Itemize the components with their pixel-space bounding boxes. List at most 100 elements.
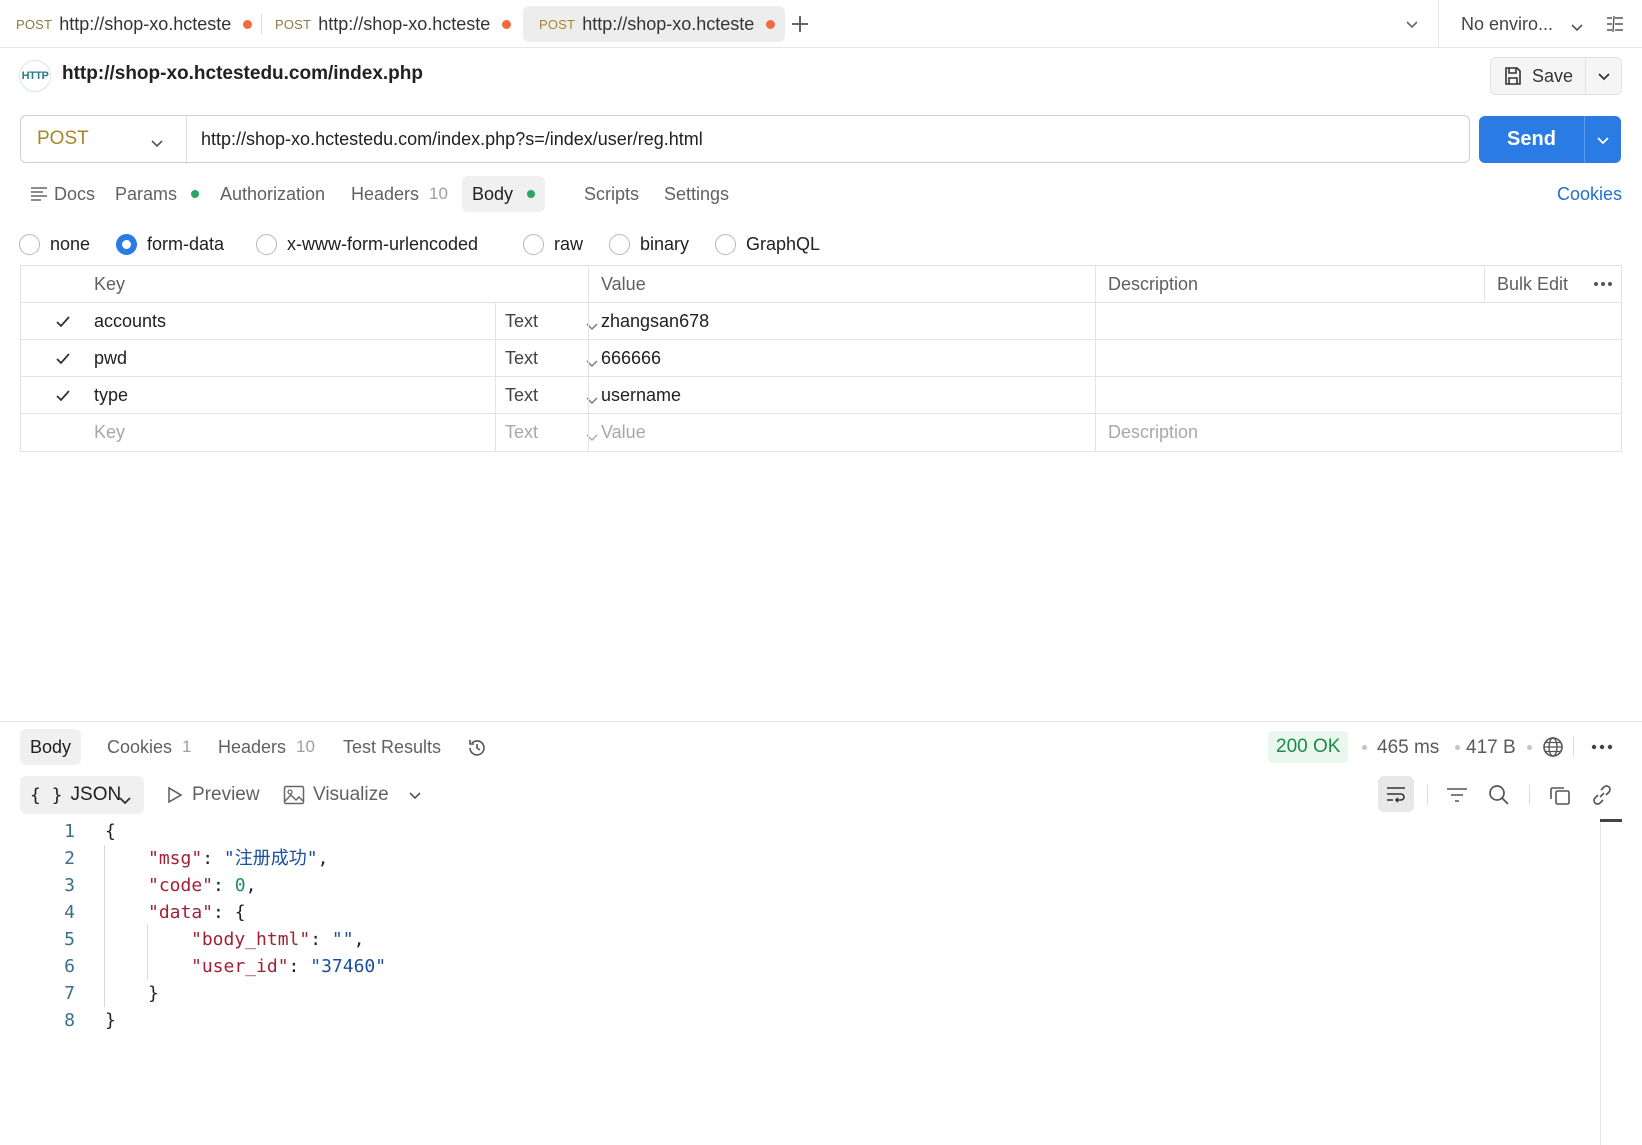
radio-binary[interactable]: binary bbox=[609, 230, 689, 258]
network-globe-icon[interactable] bbox=[1540, 734, 1566, 760]
row-value[interactable]: username bbox=[601, 377, 681, 413]
method-select[interactable]: POST bbox=[21, 116, 187, 162]
request-tab[interactable]: POST http://shop-xo.hcteste bbox=[0, 6, 262, 42]
radio-x-www-form-urlencoded[interactable]: x-www-form-urlencoded bbox=[256, 230, 478, 258]
radio-raw[interactable]: raw bbox=[523, 230, 583, 258]
json-braces-icon: { } bbox=[30, 784, 63, 806]
send-button[interactable]: Send bbox=[1479, 116, 1585, 163]
cookies-link[interactable]: Cookies bbox=[1557, 184, 1622, 205]
link-icon[interactable] bbox=[1589, 783, 1615, 807]
row-value[interactable]: zhangsan678 bbox=[601, 303, 709, 339]
request-tabs: Docs Params Authorization Headers 10 Body… bbox=[20, 176, 1622, 212]
filter-icon[interactable] bbox=[1444, 784, 1470, 806]
code-content: "msg": "注册成功", bbox=[148, 845, 328, 872]
chevron-down-icon bbox=[150, 132, 164, 154]
response-tab-headers[interactable]: Headers 10 bbox=[208, 729, 325, 765]
row-key[interactable]: pwd bbox=[94, 340, 127, 376]
send-options-chevron-icon[interactable] bbox=[1585, 116, 1621, 163]
row-checkbox[interactable] bbox=[52, 348, 73, 369]
status-badge[interactable]: 200 OK bbox=[1268, 731, 1349, 763]
response-time[interactable]: 465 ms bbox=[1377, 737, 1439, 759]
table-row: accounts Text zhangsan678 bbox=[21, 303, 1621, 340]
code-token: "" bbox=[331, 929, 354, 950]
radio-form-data[interactable]: form-data bbox=[116, 230, 224, 258]
code-token: : { bbox=[213, 902, 246, 923]
environment-select[interactable]: No enviro... bbox=[1438, 0, 1598, 48]
request-tab[interactable]: POST http://shop-xo.hcteste bbox=[259, 6, 521, 42]
code-content: "data": { bbox=[148, 899, 246, 926]
save-button[interactable]: Save bbox=[1491, 58, 1586, 94]
image-icon bbox=[283, 785, 305, 805]
save-icon bbox=[1505, 67, 1521, 85]
send-button-group: Send bbox=[1479, 116, 1621, 163]
copy-icon[interactable] bbox=[1547, 783, 1573, 807]
body-indicator-dot bbox=[527, 190, 536, 198]
response-tab-cookies[interactable]: Cookies 1 bbox=[97, 729, 202, 765]
code-content: } bbox=[148, 980, 159, 1007]
tab-method: POST bbox=[16, 16, 53, 32]
radio-none[interactable]: none bbox=[19, 230, 90, 258]
row-type-select[interactable]: Text bbox=[505, 303, 598, 339]
more-options-icon[interactable] bbox=[1593, 266, 1613, 302]
code-line: 1{ bbox=[20, 818, 1600, 845]
word-wrap-toggle-icon[interactable] bbox=[1378, 776, 1414, 812]
request-tab-bar: POST http://shop-xo.hcteste POST http://… bbox=[0, 0, 1642, 48]
request-tab-active[interactable]: POST http://shop-xo.hcteste bbox=[523, 6, 786, 42]
visualize-button[interactable]: Visualize bbox=[283, 776, 389, 814]
scrollbar-thumb[interactable] bbox=[1600, 819, 1622, 822]
save-options-chevron-icon[interactable] bbox=[1586, 58, 1621, 94]
new-value-input[interactable]: Value bbox=[601, 414, 646, 451]
save-button-group: Save bbox=[1490, 57, 1622, 95]
tab-authorization[interactable]: Authorization bbox=[210, 176, 335, 212]
row-type-select[interactable]: Text bbox=[505, 340, 598, 376]
bulk-edit-button[interactable]: Bulk Edit bbox=[1497, 266, 1568, 302]
response-format-select[interactable]: { } JSON bbox=[20, 776, 144, 814]
code-token: : bbox=[288, 956, 311, 977]
docs-icon bbox=[31, 187, 47, 201]
preview-button[interactable]: Preview bbox=[164, 776, 260, 814]
row-checkbox[interactable] bbox=[52, 385, 73, 406]
code-token: } bbox=[148, 983, 159, 1004]
tab-scripts[interactable]: Scripts bbox=[574, 176, 649, 212]
code-token: } bbox=[105, 1010, 116, 1031]
tab-settings[interactable]: Settings bbox=[654, 176, 739, 212]
tab-params[interactable]: Params bbox=[105, 176, 209, 212]
environment-quick-look-icon[interactable] bbox=[1600, 12, 1630, 36]
unsaved-dot bbox=[243, 19, 253, 29]
response-size[interactable]: 417 B bbox=[1466, 737, 1516, 759]
tab-body[interactable]: Body bbox=[462, 176, 546, 212]
row-value[interactable]: 666666 bbox=[601, 340, 661, 376]
response-pane-divider[interactable] bbox=[0, 721, 1642, 722]
radio-graphql[interactable]: GraphQL bbox=[715, 230, 820, 258]
response-tab-test-results[interactable]: Test Results bbox=[333, 729, 451, 765]
code-token: 0 bbox=[234, 875, 246, 896]
url-bar: POST http://shop-xo.hctestedu.com/index.… bbox=[20, 115, 1470, 163]
response-more-icon[interactable] bbox=[1588, 740, 1616, 754]
line-number: 6 bbox=[64, 956, 75, 977]
tabs-overflow-chevron-icon[interactable] bbox=[1400, 14, 1424, 34]
line-number: 4 bbox=[64, 902, 75, 923]
history-icon[interactable] bbox=[464, 735, 490, 761]
new-description-input[interactable]: Description bbox=[1108, 414, 1198, 451]
new-type-select[interactable]: Text bbox=[505, 414, 598, 451]
chevron-down-icon bbox=[118, 789, 132, 811]
new-key-input[interactable]: Key bbox=[94, 414, 125, 451]
code-line: 3 "code": 0, bbox=[20, 872, 1600, 899]
code-token: , bbox=[317, 848, 329, 869]
tab-headers[interactable]: Headers 10 bbox=[341, 176, 458, 212]
row-checkbox[interactable] bbox=[52, 311, 73, 332]
column-header-value: Value bbox=[601, 273, 646, 294]
tab-docs[interactable]: Docs bbox=[20, 176, 105, 212]
chevron-down-icon[interactable] bbox=[405, 787, 425, 803]
row-key[interactable]: accounts bbox=[94, 303, 166, 339]
row-key[interactable]: type bbox=[94, 377, 128, 413]
row-type-select[interactable]: Text bbox=[505, 377, 598, 413]
new-tab-plus-icon[interactable] bbox=[786, 10, 814, 38]
code-token: "body_html" bbox=[191, 929, 311, 950]
request-title[interactable]: http://shop-xo.hctestedu.com/index.php bbox=[62, 63, 423, 85]
response-tab-body[interactable]: Body bbox=[20, 729, 82, 765]
response-body-editor[interactable]: 1{2 "msg": "注册成功", 3 "code": 0, 4 "data": {5 "… bbox=[20, 818, 1600, 1145]
search-icon[interactable] bbox=[1486, 783, 1512, 807]
url-input[interactable]: http://shop-xo.hctestedu.com/index.php?s… bbox=[187, 129, 703, 150]
editor-scrollbar[interactable] bbox=[1600, 818, 1601, 1145]
